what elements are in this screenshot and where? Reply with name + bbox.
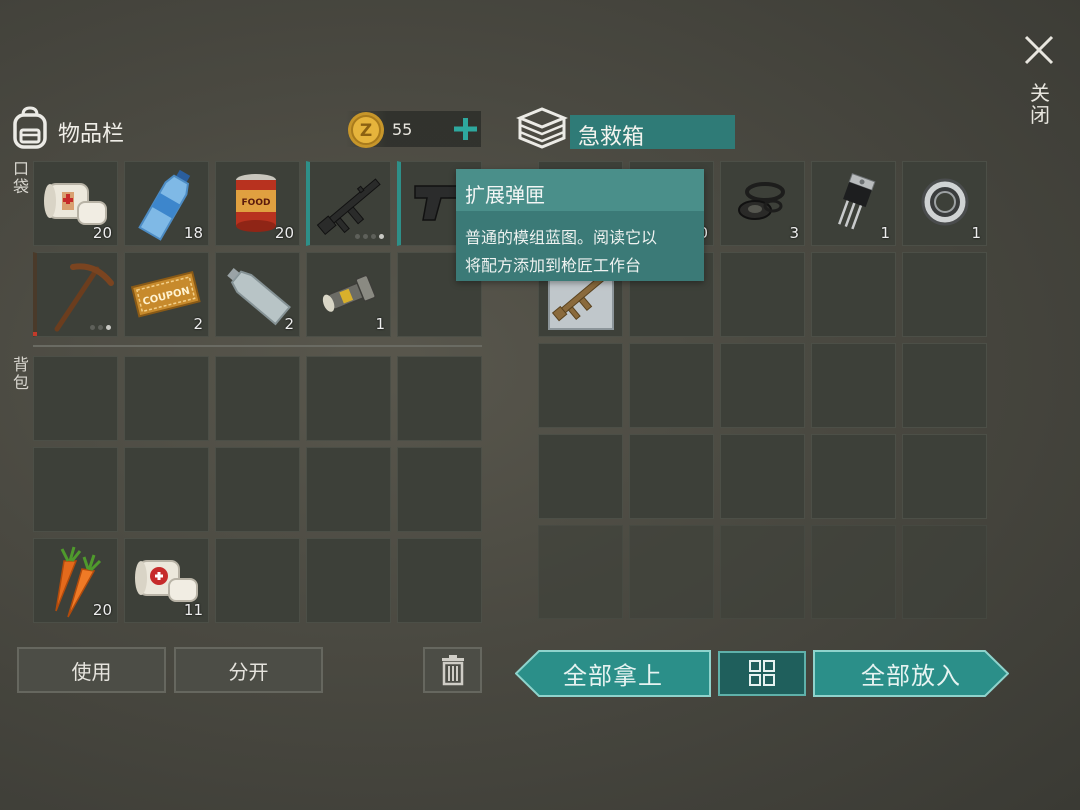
add-coins-button[interactable] [450, 113, 480, 145]
item-quantity: 20 [92, 224, 112, 242]
backpack-slot-empty[interactable] [397, 447, 482, 532]
trash-icon [441, 655, 464, 686]
coin-icon: Z [348, 112, 384, 148]
pocket-slot-8[interactable]: 2 [215, 252, 300, 337]
durability-dots [355, 234, 384, 239]
item-quantity: 20 [92, 601, 112, 619]
pocket-divider [33, 345, 482, 347]
backpack-label: 背包 [12, 355, 29, 392]
inventory-title: 物品栏 [58, 122, 125, 147]
container-slot-empty[interactable] [538, 434, 623, 519]
backpack-slot-empty[interactable] [33, 356, 118, 441]
backpack-slot-11[interactable]: 20 [33, 538, 118, 623]
container-slot-empty[interactable] [629, 434, 714, 519]
container-slot-empty[interactable] [902, 252, 987, 337]
item-quantity: 3 [789, 224, 799, 242]
container-slot-empty[interactable] [902, 343, 987, 428]
container-slot-empty[interactable] [902, 434, 987, 519]
trash-button[interactable] [423, 647, 482, 693]
container-slot-empty[interactable] [720, 252, 805, 337]
backpack-slot-empty[interactable] [124, 356, 209, 441]
container-slot-empty[interactable] [811, 252, 896, 337]
item-quantity: 18 [183, 224, 203, 242]
durability-dots [90, 325, 111, 330]
container-slot-4[interactable]: 1 [811, 161, 896, 246]
container-slot-3[interactable]: 3 [720, 161, 805, 246]
close-icon [1024, 35, 1054, 65]
sort-grid-icon [718, 651, 806, 696]
backpack-slot-empty[interactable] [397, 538, 482, 623]
item-tooltip: 扩展弹匣 普通的模组蓝图。阅读它以 将配方添加到枪匠工作台 [456, 169, 704, 281]
take-all-label: 全部拿上 [563, 662, 663, 690]
item-quantity: 1 [375, 315, 385, 333]
put-all-button[interactable]: 全部放入 [813, 650, 1009, 697]
pocket-slot-6[interactable] [33, 252, 118, 337]
item-quantity: 1 [971, 224, 981, 242]
close-button[interactable]: 关闭 [1020, 30, 1058, 140]
backpack-slot-empty[interactable] [215, 538, 300, 623]
container-slot-empty[interactable] [720, 434, 805, 519]
backpack-slot-empty[interactable] [306, 447, 391, 532]
pocket-slot-7[interactable]: COUPON 2 [124, 252, 209, 337]
container-title-bar: 急救箱 [570, 115, 735, 150]
backpack-slot-12[interactable]: 11 [124, 538, 209, 623]
tooltip-description-line-1: 普通的模组蓝图。阅读它以 [465, 228, 658, 247]
pocket-slot-3[interactable]: FOOD 20 [215, 161, 300, 246]
pocket-slot-1[interactable]: 20 [33, 161, 118, 246]
low-durability-marker [33, 332, 37, 336]
container-slot-empty[interactable] [902, 525, 987, 619]
backpack-slot-empty[interactable] [397, 356, 482, 441]
coin-amount: 55 [392, 120, 413, 139]
container-title: 急救箱 [578, 125, 645, 150]
pocket-slot-9[interactable]: 1 [306, 252, 391, 337]
container-slot-empty[interactable] [720, 343, 805, 428]
plus-icon [454, 118, 477, 140]
backpack-slot-empty[interactable] [215, 356, 300, 441]
sort-button[interactable] [718, 651, 806, 696]
close-label: 关闭 [1030, 81, 1050, 127]
svg-text:Z: Z [360, 121, 372, 141]
item-quantity: 2 [284, 315, 294, 333]
item-quantity: 20 [274, 224, 294, 242]
coin-counter: Z 55 [346, 111, 481, 148]
backpack-slot-empty[interactable] [33, 447, 118, 532]
backpack-slot-empty[interactable] [306, 356, 391, 441]
backpack-slot-empty[interactable] [124, 447, 209, 532]
container-slot-empty[interactable] [629, 343, 714, 428]
container-slot-empty[interactable] [629, 525, 714, 619]
backpack-slot-empty[interactable] [215, 447, 300, 532]
backpack-slot-empty[interactable] [306, 538, 391, 623]
put-all-label: 全部放入 [861, 662, 961, 690]
split-button[interactable]: 分开 [174, 647, 323, 693]
pocket-label: 口袋 [12, 159, 29, 196]
container-slot-empty[interactable] [720, 525, 805, 619]
item-quantity: 1 [880, 224, 890, 242]
backpack-icon [13, 106, 47, 149]
use-button[interactable]: 使用 [17, 647, 166, 693]
item-quantity: 11 [183, 601, 203, 619]
tooltip-title: 扩展弹匣 [465, 183, 545, 207]
can-label: FOOD [242, 198, 271, 208]
item-quantity: 2 [193, 315, 203, 333]
container-slot-empty[interactable] [811, 343, 896, 428]
container-slot-5[interactable]: 1 [902, 161, 987, 246]
storage-box-icon [516, 107, 568, 149]
take-all-button[interactable]: 全部拿上 [515, 650, 711, 697]
container-slot-empty[interactable] [811, 525, 896, 619]
container-slot-empty[interactable] [538, 525, 623, 619]
container-slot-empty[interactable] [811, 434, 896, 519]
container-slot-empty[interactable] [538, 343, 623, 428]
pocket-slot-2[interactable]: 18 [124, 161, 209, 246]
pocket-slot-4[interactable] [306, 161, 391, 246]
inventory-header: 物品栏 Z 55 [8, 104, 488, 154]
tooltip-description-line-2: 将配方添加到枪匠工作台 [465, 256, 642, 275]
